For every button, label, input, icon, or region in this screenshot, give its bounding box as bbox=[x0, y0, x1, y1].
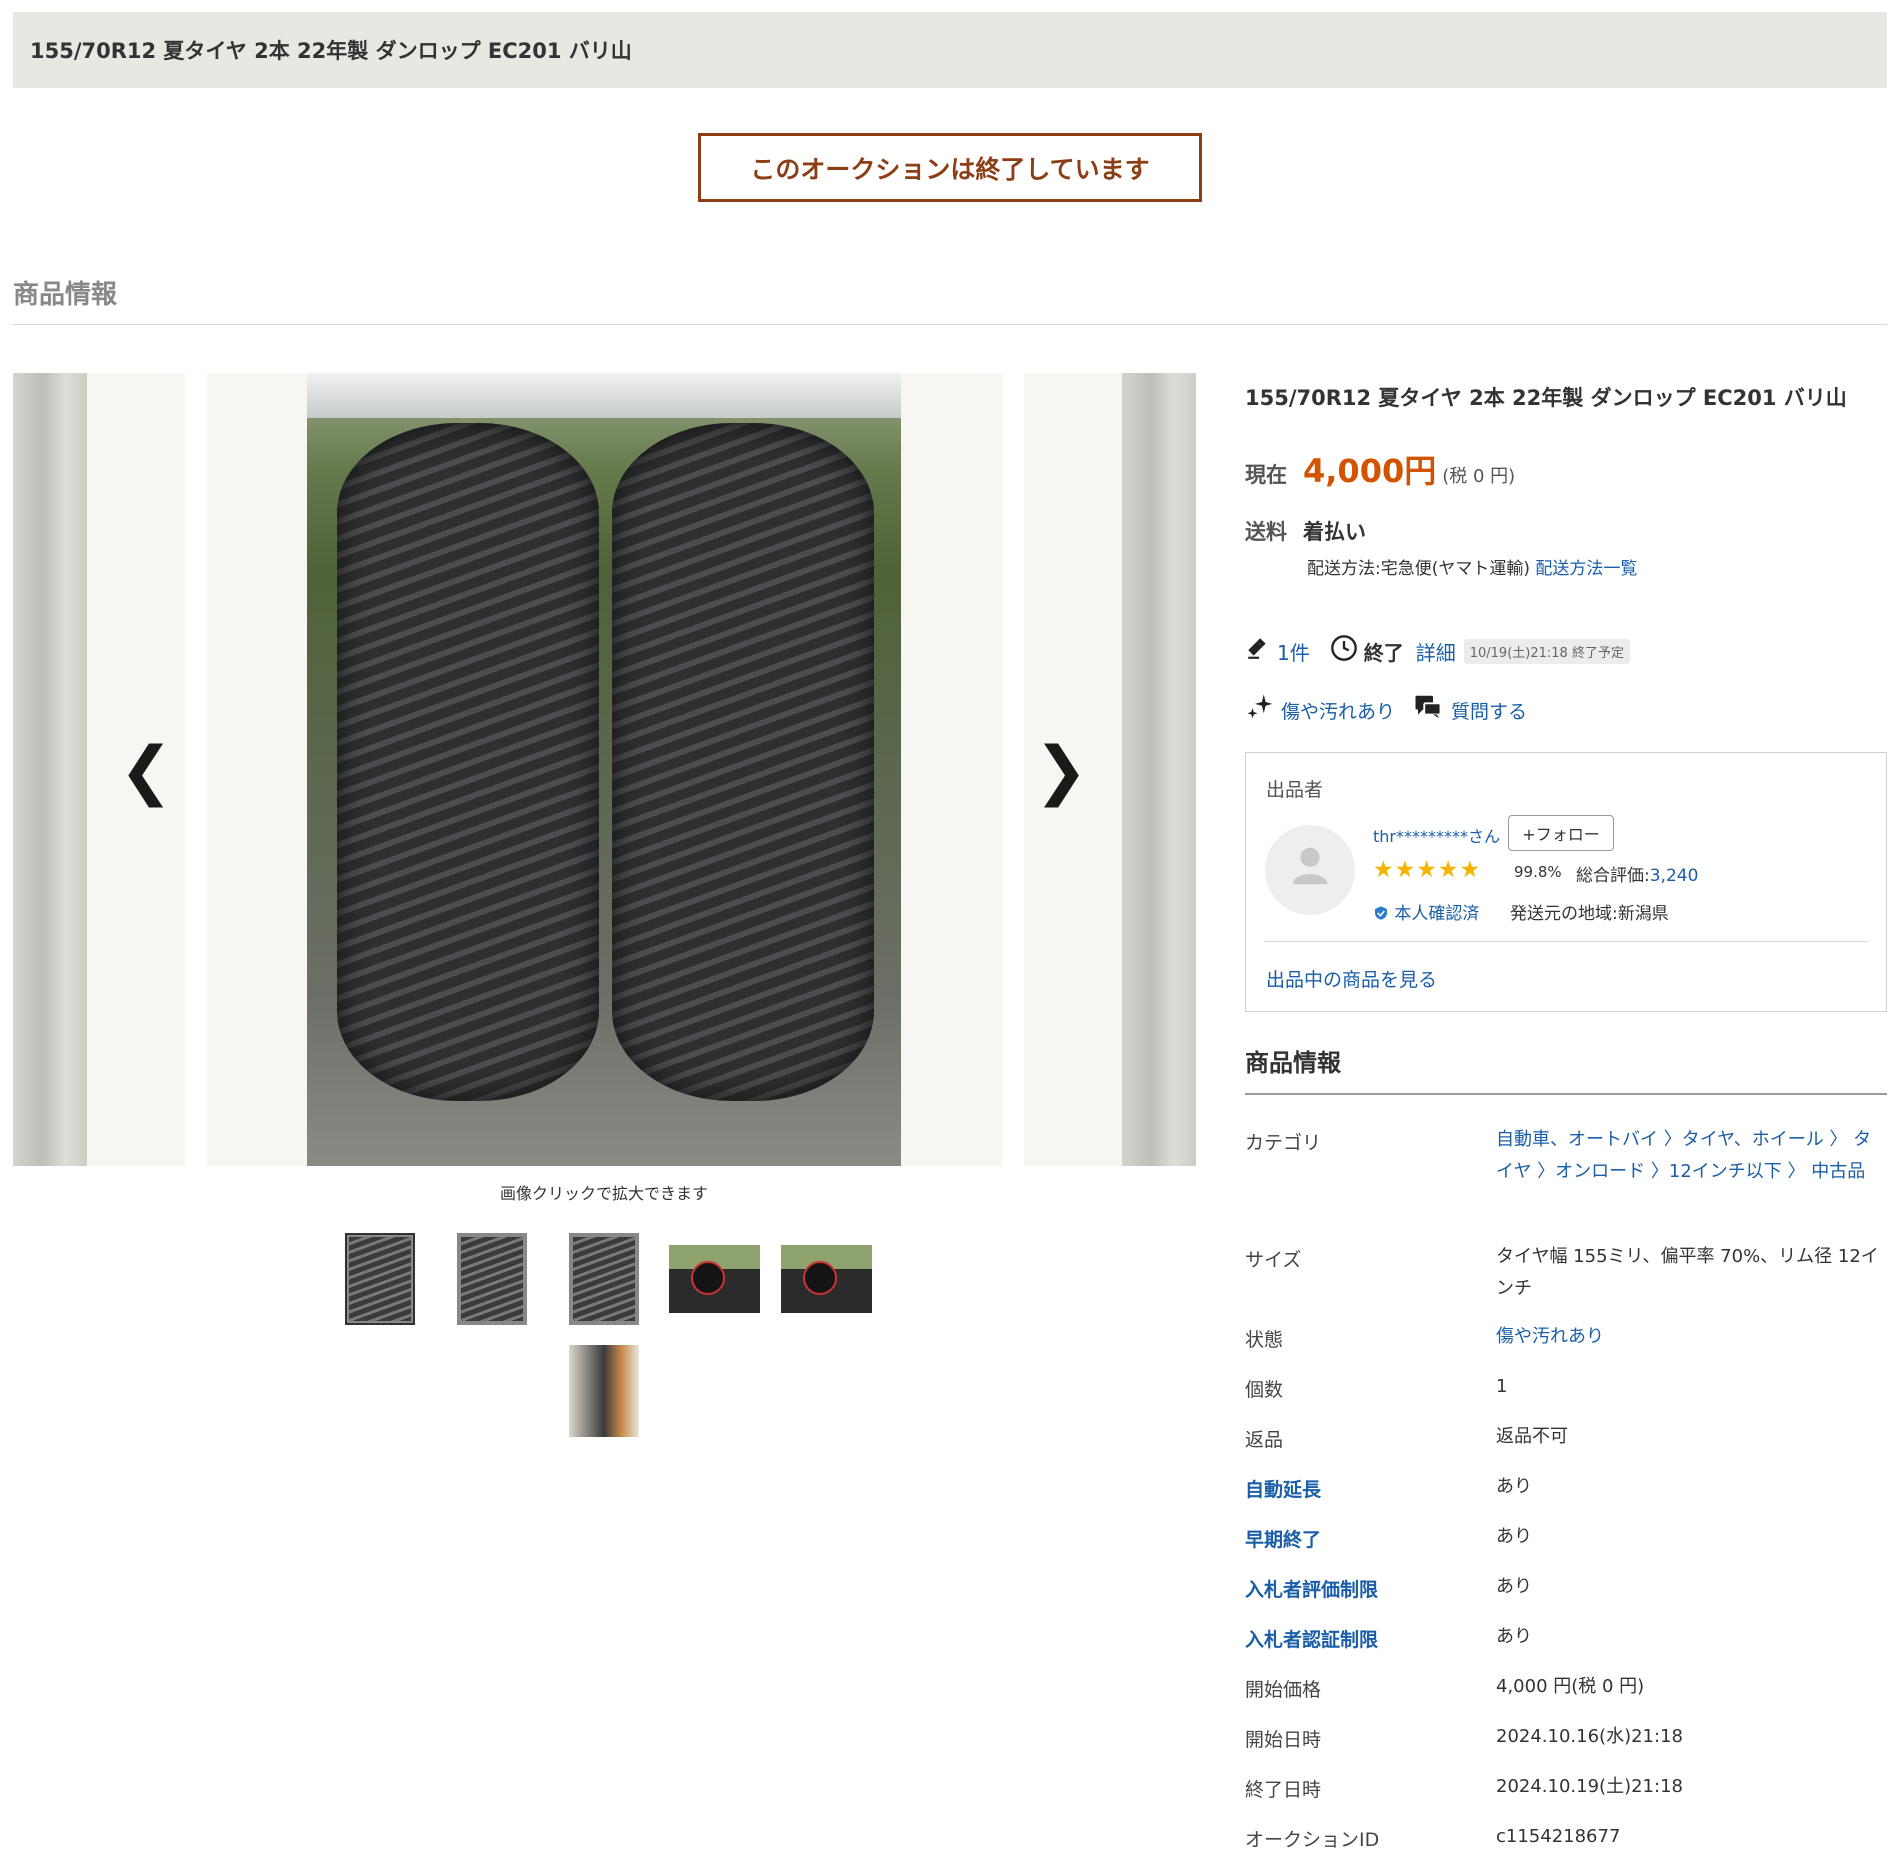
shipping-method-text: 配送方法:宅急便(ヤマト運輸) bbox=[1307, 559, 1530, 579]
info-value-quantity: 1 bbox=[1496, 1376, 1508, 1397]
gallery-main-slide[interactable] bbox=[207, 373, 1002, 1166]
info-label-auto-extend[interactable]: 自動延長 bbox=[1245, 1475, 1321, 1502]
shipping-row: 送料 着払い bbox=[1245, 516, 1366, 546]
info-value-start-price: 4,000 円(税 0 円) bbox=[1496, 1676, 1645, 1697]
shipping-label: 送料 bbox=[1245, 520, 1287, 544]
next-slide-image bbox=[1122, 373, 1196, 1166]
info-value-auction-id: c1154218677 bbox=[1496, 1826, 1621, 1847]
info-label-start-price: 開始価格 bbox=[1245, 1679, 1322, 1701]
info-value-bidder-rating-limit: あり bbox=[1496, 1576, 1532, 1597]
info-value-category[interactable]: 自動車、オートバイ 〉タイヤ、ホイール 〉 タイヤ 〉オンロード 〉12インチ以… bbox=[1496, 1124, 1886, 1188]
bid-count-link[interactable]: 1件 bbox=[1277, 637, 1310, 666]
info-label-category: カテゴリ bbox=[1245, 1132, 1322, 1154]
info-value-returns: 返品不可 bbox=[1496, 1426, 1568, 1447]
info-value-condition[interactable]: 傷や汚れあり bbox=[1496, 1321, 1886, 1353]
main-product-image[interactable] bbox=[307, 373, 901, 1166]
item-info-divider bbox=[1245, 1093, 1887, 1095]
thumbnail-image bbox=[461, 1237, 523, 1321]
section-heading: 商品情報 bbox=[13, 280, 118, 310]
seller-heading: 出品者 bbox=[1266, 779, 1324, 801]
pipe-background bbox=[307, 373, 901, 418]
tire-image-right bbox=[612, 423, 874, 1101]
info-label-condition: 状態 bbox=[1245, 1329, 1284, 1351]
price-row: 現在 4,000円 (税 0 円) bbox=[1245, 446, 1515, 492]
thumbnail-image bbox=[349, 1237, 411, 1321]
auction-status-row: 1件 終了 詳細 10/19(土)21:18 終了予定 bbox=[1245, 634, 1630, 668]
prev-slide-image bbox=[13, 373, 87, 1166]
avatar[interactable] bbox=[1265, 825, 1355, 915]
gallery-thumbnail[interactable] bbox=[781, 1245, 872, 1313]
gallery-thumbnail[interactable] bbox=[569, 1345, 639, 1437]
gallery-thumbnail[interactable] bbox=[457, 1233, 527, 1325]
info-label-auction-id: オークションID bbox=[1245, 1829, 1380, 1851]
rating-stars: ★★★★★ bbox=[1373, 857, 1482, 883]
hammer-icon bbox=[1245, 635, 1271, 667]
thumbnail-image bbox=[781, 1245, 872, 1313]
person-icon bbox=[1287, 842, 1333, 899]
info-label-size: サイズ bbox=[1245, 1249, 1302, 1271]
shipping-value: 着払い bbox=[1303, 520, 1366, 544]
thumbnail-image bbox=[573, 1237, 635, 1321]
ask-question-link[interactable]: 質問する bbox=[1451, 697, 1527, 724]
auction-ended-banner: このオークションは終了しています bbox=[698, 133, 1202, 202]
item-actions-row: 傷や汚れあり 質問する bbox=[1245, 692, 1527, 729]
info-value-end-time: 2024.10.19(土)21:18 bbox=[1496, 1776, 1683, 1797]
seller-divider bbox=[1264, 941, 1868, 942]
item-title: 155/70R12 夏タイヤ 2本 22年製 ダンロップ EC201 バリ山 bbox=[1245, 386, 1847, 410]
rating-total-label: 総合評価: bbox=[1576, 866, 1650, 886]
chevron-left-icon[interactable]: ❮ bbox=[119, 739, 173, 803]
auction-status: 終了 bbox=[1363, 640, 1404, 665]
price-label: 現在 bbox=[1245, 463, 1287, 487]
info-label-bidder-verify-limit[interactable]: 入札者認証制限 bbox=[1245, 1625, 1378, 1652]
tire-image-left bbox=[337, 423, 599, 1101]
section-divider bbox=[13, 324, 1887, 325]
thumbnail-image bbox=[569, 1345, 639, 1437]
info-value-size: タイヤ幅 155ミリ、偏平率 70%、リム径 12インチ bbox=[1496, 1246, 1879, 1299]
clock-icon bbox=[1330, 634, 1358, 668]
info-label-end-time: 終了日時 bbox=[1245, 1779, 1322, 1801]
gallery-thumbnail[interactable] bbox=[345, 1233, 415, 1325]
gallery-thumbnail[interactable] bbox=[569, 1233, 639, 1325]
shipping-origin: 発送元の地域:新潟県 bbox=[1510, 904, 1669, 924]
seller-name-link[interactable]: thr*********さん bbox=[1373, 823, 1500, 847]
gallery-caption: 画像クリックで拡大できます bbox=[499, 1184, 708, 1203]
seller-card: 出品者 thr*********さん +フォロー ★★★★★ 99.8% 総合評… bbox=[1245, 752, 1887, 1012]
verified-shield-icon bbox=[1373, 904, 1394, 924]
info-value-auto-extend: あり bbox=[1496, 1476, 1532, 1497]
current-price: 4,000円 bbox=[1303, 452, 1437, 490]
shipping-method: 配送方法:宅急便(ヤマト運輸) 配送方法一覧 bbox=[1307, 554, 1637, 579]
info-value-bidder-verify-limit: あり bbox=[1496, 1626, 1532, 1647]
rating-total: 総合評価:3,240 bbox=[1576, 861, 1698, 886]
page-title: 155/70R12 夏タイヤ 2本 22年製 ダンロップ EC201 バリ山 bbox=[30, 39, 632, 63]
info-label-bidder-rating-limit[interactable]: 入札者評価制限 bbox=[1245, 1575, 1378, 1602]
info-value-start-time: 2024.10.16(水)21:18 bbox=[1496, 1726, 1683, 1747]
chat-icon bbox=[1413, 692, 1443, 729]
end-time-badge: 10/19(土)21:18 終了予定 bbox=[1463, 638, 1630, 664]
seller-items-link[interactable]: 出品中の商品を見る bbox=[1266, 965, 1437, 992]
shipping-methods-link[interactable]: 配送方法一覧 bbox=[1535, 559, 1637, 579]
info-label-early-end[interactable]: 早期終了 bbox=[1245, 1525, 1321, 1552]
item-info-heading: 商品情報 bbox=[1245, 1049, 1341, 1077]
condition-link[interactable]: 傷や汚れあり bbox=[1281, 697, 1395, 724]
identity-verified: 本人確認済 bbox=[1373, 899, 1479, 924]
follow-button[interactable]: +フォロー bbox=[1508, 815, 1614, 851]
price-tax: (税 0 円) bbox=[1442, 466, 1516, 487]
info-label-start-time: 開始日時 bbox=[1245, 1729, 1322, 1751]
rating-percent: 99.8% bbox=[1514, 863, 1562, 881]
thumbnail-image bbox=[669, 1245, 760, 1313]
rating-total-link[interactable]: 3,240 bbox=[1650, 866, 1699, 886]
info-value-early-end: あり bbox=[1496, 1526, 1532, 1547]
info-label-quantity: 個数 bbox=[1245, 1379, 1284, 1401]
info-label-returns: 返品 bbox=[1245, 1429, 1284, 1451]
gallery-thumbnail[interactable] bbox=[669, 1245, 760, 1313]
detail-link[interactable]: 詳細 bbox=[1416, 637, 1456, 666]
sparkle-icon bbox=[1245, 692, 1275, 729]
page-title-bar: 155/70R12 夏タイヤ 2本 22年製 ダンロップ EC201 バリ山 bbox=[13, 12, 1887, 88]
chevron-right-icon[interactable]: ❯ bbox=[1034, 739, 1088, 803]
verified-label: 本人確認済 bbox=[1394, 904, 1480, 924]
